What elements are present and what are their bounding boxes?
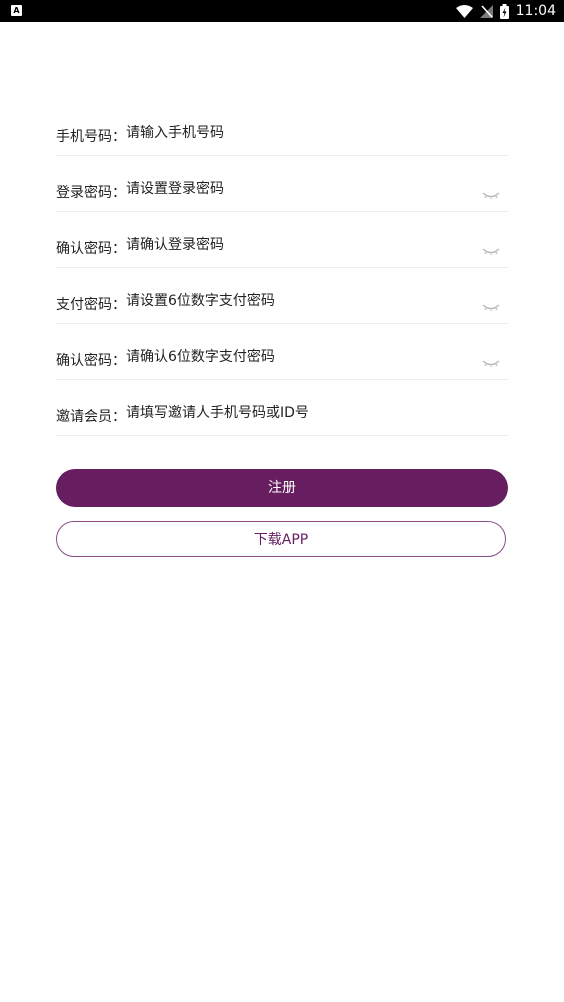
pay-password-row: 支付密码：	[56, 268, 508, 324]
eye-closed-icon[interactable]	[482, 247, 500, 255]
pay-password-label: 支付密码：	[56, 297, 126, 313]
pay-password-input[interactable]	[126, 287, 508, 323]
no-signal-icon	[479, 4, 493, 18]
app-notification-icon: A	[11, 5, 22, 16]
eye-closed-icon[interactable]	[482, 191, 500, 199]
invite-label: 邀请会员：	[56, 409, 126, 425]
confirm-login-password-row: 确认密码：	[56, 212, 508, 268]
invite-input[interactable]	[126, 399, 508, 435]
login-password-row: 登录密码：	[56, 156, 508, 212]
confirm-login-password-input[interactable]	[126, 231, 508, 267]
battery-charging-icon	[499, 3, 509, 19]
eye-closed-icon[interactable]	[482, 303, 500, 311]
phone-row: 手机号码：	[56, 100, 508, 156]
register-button[interactable]: 注册	[56, 469, 508, 507]
confirm-pay-password-label: 确认密码：	[56, 353, 126, 369]
login-password-input[interactable]	[126, 175, 508, 211]
confirm-login-password-label: 确认密码：	[56, 241, 126, 257]
phone-input[interactable]	[126, 119, 508, 155]
status-bar: A 11:04	[0, 0, 564, 22]
phone-label: 手机号码：	[56, 129, 126, 145]
download-app-button[interactable]: 下载APP	[56, 521, 506, 557]
register-form: 手机号码： 登录密码： 确认密码： 支付密码： 确认密码：	[56, 100, 508, 436]
wifi-icon	[455, 4, 473, 18]
invite-row: 邀请会员：	[56, 380, 508, 436]
clock: 11:04	[515, 3, 556, 19]
confirm-pay-password-row: 确认密码：	[56, 324, 508, 380]
confirm-pay-password-input[interactable]	[126, 343, 508, 379]
status-icons: 11:04	[455, 0, 556, 22]
login-password-label: 登录密码：	[56, 185, 126, 201]
eye-closed-icon[interactable]	[482, 359, 500, 367]
